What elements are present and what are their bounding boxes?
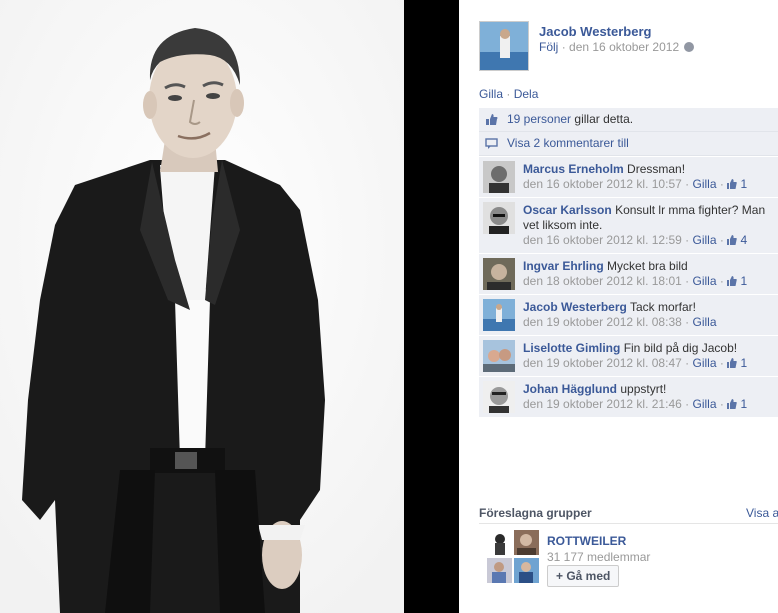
actions-separator: · [506, 87, 514, 101]
comment-like-link[interactable]: Gilla [692, 315, 716, 329]
comment-author[interactable]: Ingvar Ehrling [523, 259, 604, 273]
commenter-avatar[interactable] [483, 299, 515, 331]
thumbs-up-icon [727, 235, 737, 245]
commenter-avatar[interactable] [483, 161, 515, 193]
group-thumbnails[interactable] [487, 530, 539, 584]
likes-summary: 19 personer gillar detta. [479, 108, 778, 132]
comment-text: uppstyrt! [620, 382, 667, 396]
group-member-count: 31 177 medlemmar [547, 550, 651, 564]
share-link[interactable]: Dela [514, 87, 539, 101]
group-name[interactable]: ROTTWEILER [547, 534, 626, 548]
view-more-comments[interactable]: Visa 2 kommentarer till [479, 132, 778, 156]
see-all-link[interactable]: Visa a [746, 506, 778, 520]
comment-item: Liselotte Gimling Fin bild på dig Jacob!… [479, 335, 778, 376]
comment-time[interactable]: den 18 oktober 2012 kl. 18:01 [523, 274, 682, 288]
view-more-label: Visa 2 kommentarer till [507, 136, 629, 150]
comment-item: Marcus Erneholm Dressman! den 16 oktober… [479, 156, 778, 197]
comment-author[interactable]: Oscar Karlsson [523, 203, 612, 217]
thumbs-up-icon [727, 399, 737, 409]
comment-time[interactable]: den 19 oktober 2012 kl. 21:46 [523, 397, 682, 411]
comment-like-link[interactable]: Gilla [692, 233, 716, 247]
meta-separator: · [561, 40, 570, 54]
post-meta: Följ · den 16 oktober 2012 [539, 40, 695, 54]
comment-like-link[interactable]: Gilla [692, 274, 716, 288]
photo-viewer[interactable] [0, 0, 404, 613]
thumbs-up-icon [727, 179, 737, 189]
group-member-photo [514, 530, 539, 555]
likes-suffix: gillar detta. [574, 112, 634, 126]
comment-time[interactable]: den 16 oktober 2012 kl. 10:57 [523, 177, 682, 191]
comment-time[interactable]: den 19 oktober 2012 kl. 08:38 [523, 315, 682, 329]
photo-divider [404, 0, 459, 613]
comment-author[interactable]: Jacob Westerberg [523, 300, 627, 314]
comment-text: Dressman! [627, 162, 686, 176]
group-member-photo [487, 558, 512, 583]
comment-list: Marcus Erneholm Dressman! den 16 oktober… [479, 156, 778, 417]
comment-like-link[interactable]: Gilla [692, 397, 716, 411]
comment-text: Mycket bra bild [607, 259, 688, 273]
comment-text: Tack morfar! [629, 300, 696, 314]
thumbs-up-icon [486, 114, 498, 125]
like-link[interactable]: Gilla [479, 87, 503, 101]
comment-like-count[interactable]: 1 [727, 274, 747, 288]
thumbs-up-icon [727, 358, 737, 368]
commenter-avatar[interactable] [483, 381, 515, 413]
comment-item: Oscar Karlsson Konsult lr mma fighter? M… [479, 197, 778, 253]
like-count: 1 [740, 356, 748, 370]
globe-icon [684, 42, 695, 52]
comment-like-count[interactable]: 1 [727, 177, 747, 191]
comment-like-count[interactable]: 1 [727, 356, 747, 370]
divider [479, 523, 778, 524]
like-count: 1 [740, 177, 748, 191]
commenter-avatar[interactable] [483, 258, 515, 290]
comment-like-link[interactable]: Gilla [692, 177, 716, 191]
owner-name[interactable]: Jacob Westerberg [539, 24, 651, 39]
like-count: 1 [740, 274, 748, 288]
post-date[interactable]: den 16 oktober 2012 [569, 40, 679, 54]
thumbs-up-icon [727, 276, 737, 286]
comment-like-link[interactable]: Gilla [692, 356, 716, 370]
comment-text: Fin bild på dig Jacob! [623, 341, 738, 355]
join-group-button[interactable]: + Gå med [547, 565, 620, 587]
comment-item: Ingvar Ehrling Mycket bra bild den 18 ok… [479, 253, 778, 294]
comment-time[interactable]: den 19 oktober 2012 kl. 08:47 [523, 356, 682, 370]
comment-author[interactable]: Liselotte Gimling [523, 341, 620, 355]
comment-time[interactable]: den 16 oktober 2012 kl. 12:59 [523, 233, 682, 247]
feedback-box: 19 personer gillar detta. Visa 2 komment… [479, 108, 778, 417]
owner-avatar[interactable] [479, 21, 529, 71]
like-count: 4 [740, 233, 748, 247]
comment-item: Jacob Westerberg Tack morfar! den 19 okt… [479, 294, 778, 335]
group-member-photo [487, 530, 512, 555]
commenter-avatar[interactable] [483, 340, 515, 372]
comment-like-count[interactable]: 4 [727, 233, 747, 247]
photo-image [0, 0, 404, 613]
comment-author[interactable]: Johan Hägglund [523, 382, 617, 396]
commenter-avatar[interactable] [483, 202, 515, 234]
photo-sidebar: Jacob Westerberg Följ · den 16 oktober 2… [459, 0, 778, 613]
comment-like-count[interactable]: 1 [727, 397, 747, 411]
post-actions: Gilla · Dela [479, 87, 538, 101]
comment-author[interactable]: Marcus Erneholm [523, 162, 624, 176]
follow-link[interactable]: Följ [539, 40, 558, 54]
comment-icon [485, 138, 498, 149]
like-count: 1 [740, 397, 748, 411]
comment-item: Johan Hägglund uppstyrt! den 19 oktober … [479, 376, 778, 417]
post-header: Jacob Westerberg Följ · den 16 oktober 2… [479, 21, 778, 73]
group-member-photo [514, 558, 539, 583]
likes-count-link[interactable]: 19 personer [507, 112, 571, 126]
suggested-groups-header: Föreslagna grupper [479, 506, 592, 520]
